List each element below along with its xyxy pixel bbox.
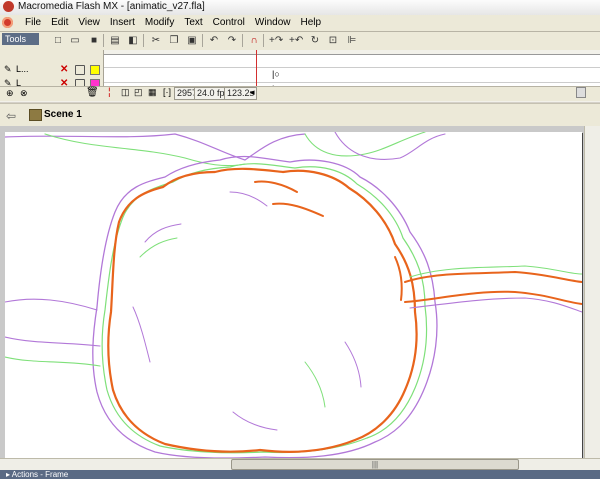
edit-bar (0, 103, 600, 127)
timeline-scroll-thumb[interactable] (576, 87, 586, 98)
insert-layer-icon[interactable]: ⊕ (6, 88, 14, 99)
layer-row[interactable]: ✎ L... ✕ (2, 64, 102, 76)
stage-canvas[interactable] (5, 132, 582, 459)
frame-row-divider (104, 82, 600, 83)
modify-onion-markers-icon[interactable]: [·] (163, 87, 171, 97)
menu-edit[interactable]: Edit (46, 16, 73, 29)
straighten-icon[interactable]: +↶ (289, 35, 303, 46)
stroke-tuft (229, 191, 268, 207)
frame-row-divider (104, 67, 600, 68)
stroke-cloud-outline (107, 167, 418, 453)
open-icon[interactable]: ▭ (69, 35, 81, 46)
stroke-cloud-outline (92, 155, 438, 459)
flash-document-icon[interactable] (2, 17, 13, 28)
stroke-branch (5, 298, 98, 311)
stroke-branch (5, 336, 101, 347)
stroke-branch (404, 290, 582, 305)
stroke-tuft (304, 361, 326, 408)
stroke-tuft (344, 341, 362, 388)
toolbar-separator (103, 34, 104, 47)
menu-modify[interactable]: Modify (140, 16, 179, 29)
edit-multiple-frames-icon[interactable]: ▦ (148, 87, 157, 98)
save-icon[interactable]: ■ (88, 35, 100, 46)
scene-label[interactable]: Scene 1 (44, 109, 82, 120)
horizontal-scroll-thumb[interactable]: ||| (231, 459, 519, 470)
keyframe-icon: |○ (272, 69, 280, 79)
toolbar-separator (263, 34, 264, 47)
undo-icon[interactable]: ↶ (208, 35, 220, 46)
delete-layer-icon[interactable]: 🗑 (86, 87, 99, 98)
toolbar-separator (242, 34, 243, 47)
rotate-icon[interactable]: ↻ (309, 35, 321, 46)
menu-view[interactable]: View (73, 16, 105, 29)
print-preview-icon[interactable]: ◧ (127, 35, 139, 46)
stroke-tuft (132, 306, 151, 363)
back-arrow-icon[interactable]: ⇦ (6, 109, 16, 123)
layer-name[interactable]: L... (16, 64, 29, 74)
onion-outline-icon[interactable]: ◰ (134, 87, 143, 98)
stroke-tuft (272, 202, 324, 217)
window-title: Macromedia Flash MX - [animatic_v27.fla] (18, 1, 205, 12)
actions-panel-header[interactable]: ▸ Actions - Frame (0, 470, 600, 479)
layer-color-swatch[interactable] (90, 65, 100, 75)
toolbar-separator (143, 34, 144, 47)
menu-text[interactable]: Text (179, 16, 207, 29)
stroke-tuft (144, 223, 182, 243)
stroke-branch (304, 132, 426, 157)
stroke-tuft (394, 256, 403, 301)
paste-icon[interactable]: ▣ (186, 35, 198, 46)
stroke-cloud-outline (101, 163, 428, 454)
center-frame-icon[interactable]: ¦ (108, 87, 111, 98)
magnet-icon[interactable]: ∩ (248, 35, 260, 46)
new-icon[interactable]: □ (52, 35, 64, 46)
vertical-scrollbar[interactable] (584, 126, 600, 458)
stroke-branch (5, 133, 306, 161)
scroll-left-icon[interactable]: ◂ (250, 87, 255, 98)
app-logo-icon (3, 1, 14, 12)
copy-icon[interactable]: ❐ (168, 35, 180, 46)
menu-help[interactable]: Help (296, 16, 327, 29)
menu-window[interactable]: Window (250, 16, 296, 29)
lock-layer-icon[interactable] (75, 65, 85, 75)
pencil-icon: ✎ (4, 64, 12, 74)
stroke-branch (5, 356, 101, 367)
align-icon[interactable]: ⊫ (346, 35, 358, 46)
menu-insert[interactable]: Insert (105, 16, 140, 29)
toolbar-separator (202, 34, 203, 47)
hide-layer-icon[interactable]: ✕ (60, 64, 68, 75)
scene-icon (29, 109, 42, 121)
stroke-tuft (254, 180, 298, 193)
add-guide-layer-icon[interactable]: ⊗ (20, 88, 28, 99)
menu-control[interactable]: Control (208, 16, 250, 29)
scale-icon[interactable]: ⊡ (327, 35, 339, 46)
onion-skin-icon[interactable]: ◫ (121, 87, 130, 98)
menu-file[interactable]: File (20, 16, 46, 29)
tools-panel-header[interactable]: Tools (2, 33, 39, 45)
cloud-drawing (5, 132, 582, 459)
title-bar: Macromedia Flash MX - [animatic_v27.fla] (0, 0, 600, 16)
menu-bar: File Edit View Insert Modify Text Contro… (0, 15, 600, 32)
stroke-tuft (232, 411, 278, 431)
print-icon[interactable]: ▤ (109, 35, 121, 46)
redo-icon[interactable]: ↷ (226, 35, 238, 46)
cut-icon[interactable]: ✂ (150, 35, 162, 46)
smooth-icon[interactable]: +↷ (269, 35, 283, 46)
